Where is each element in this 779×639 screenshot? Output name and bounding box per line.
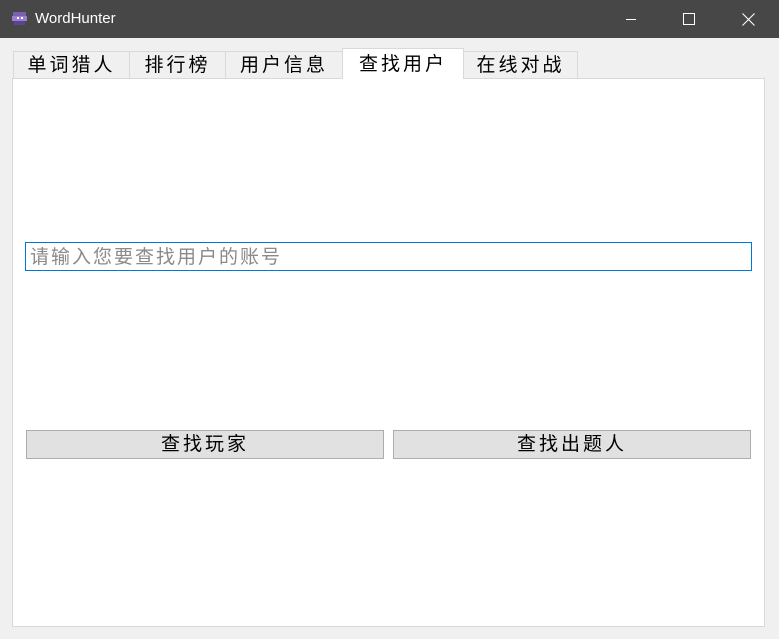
find-author-button[interactable]: 查找出题人: [393, 430, 751, 459]
close-button[interactable]: [719, 0, 777, 38]
tab-content-panel: [12, 78, 765, 627]
tab-leaderboard[interactable]: 排行榜: [129, 51, 226, 78]
tab-user-info[interactable]: 用户信息: [225, 51, 343, 78]
tab-word-hunter[interactable]: 单词猎人: [13, 51, 130, 78]
maximize-button[interactable]: [660, 0, 718, 38]
minimize-icon: [625, 13, 637, 25]
account-search-input[interactable]: [25, 242, 752, 271]
maximize-icon: [683, 13, 695, 25]
window-title: WordHunter: [35, 10, 116, 27]
find-player-button[interactable]: 查找玩家: [26, 430, 384, 459]
title-bar[interactable]: WordHunter: [0, 0, 779, 38]
minimize-button[interactable]: [602, 0, 660, 38]
tab-find-user[interactable]: 查找用户: [342, 48, 464, 79]
wordhunter-app-icon: [11, 10, 28, 27]
tab-online-battle[interactable]: 在线对战: [463, 51, 578, 78]
app-window: WordHunter 单词猎人 排行榜 用户信息 查找用户 在线对战 查找玩家 …: [0, 0, 779, 639]
close-icon: [741, 12, 755, 26]
